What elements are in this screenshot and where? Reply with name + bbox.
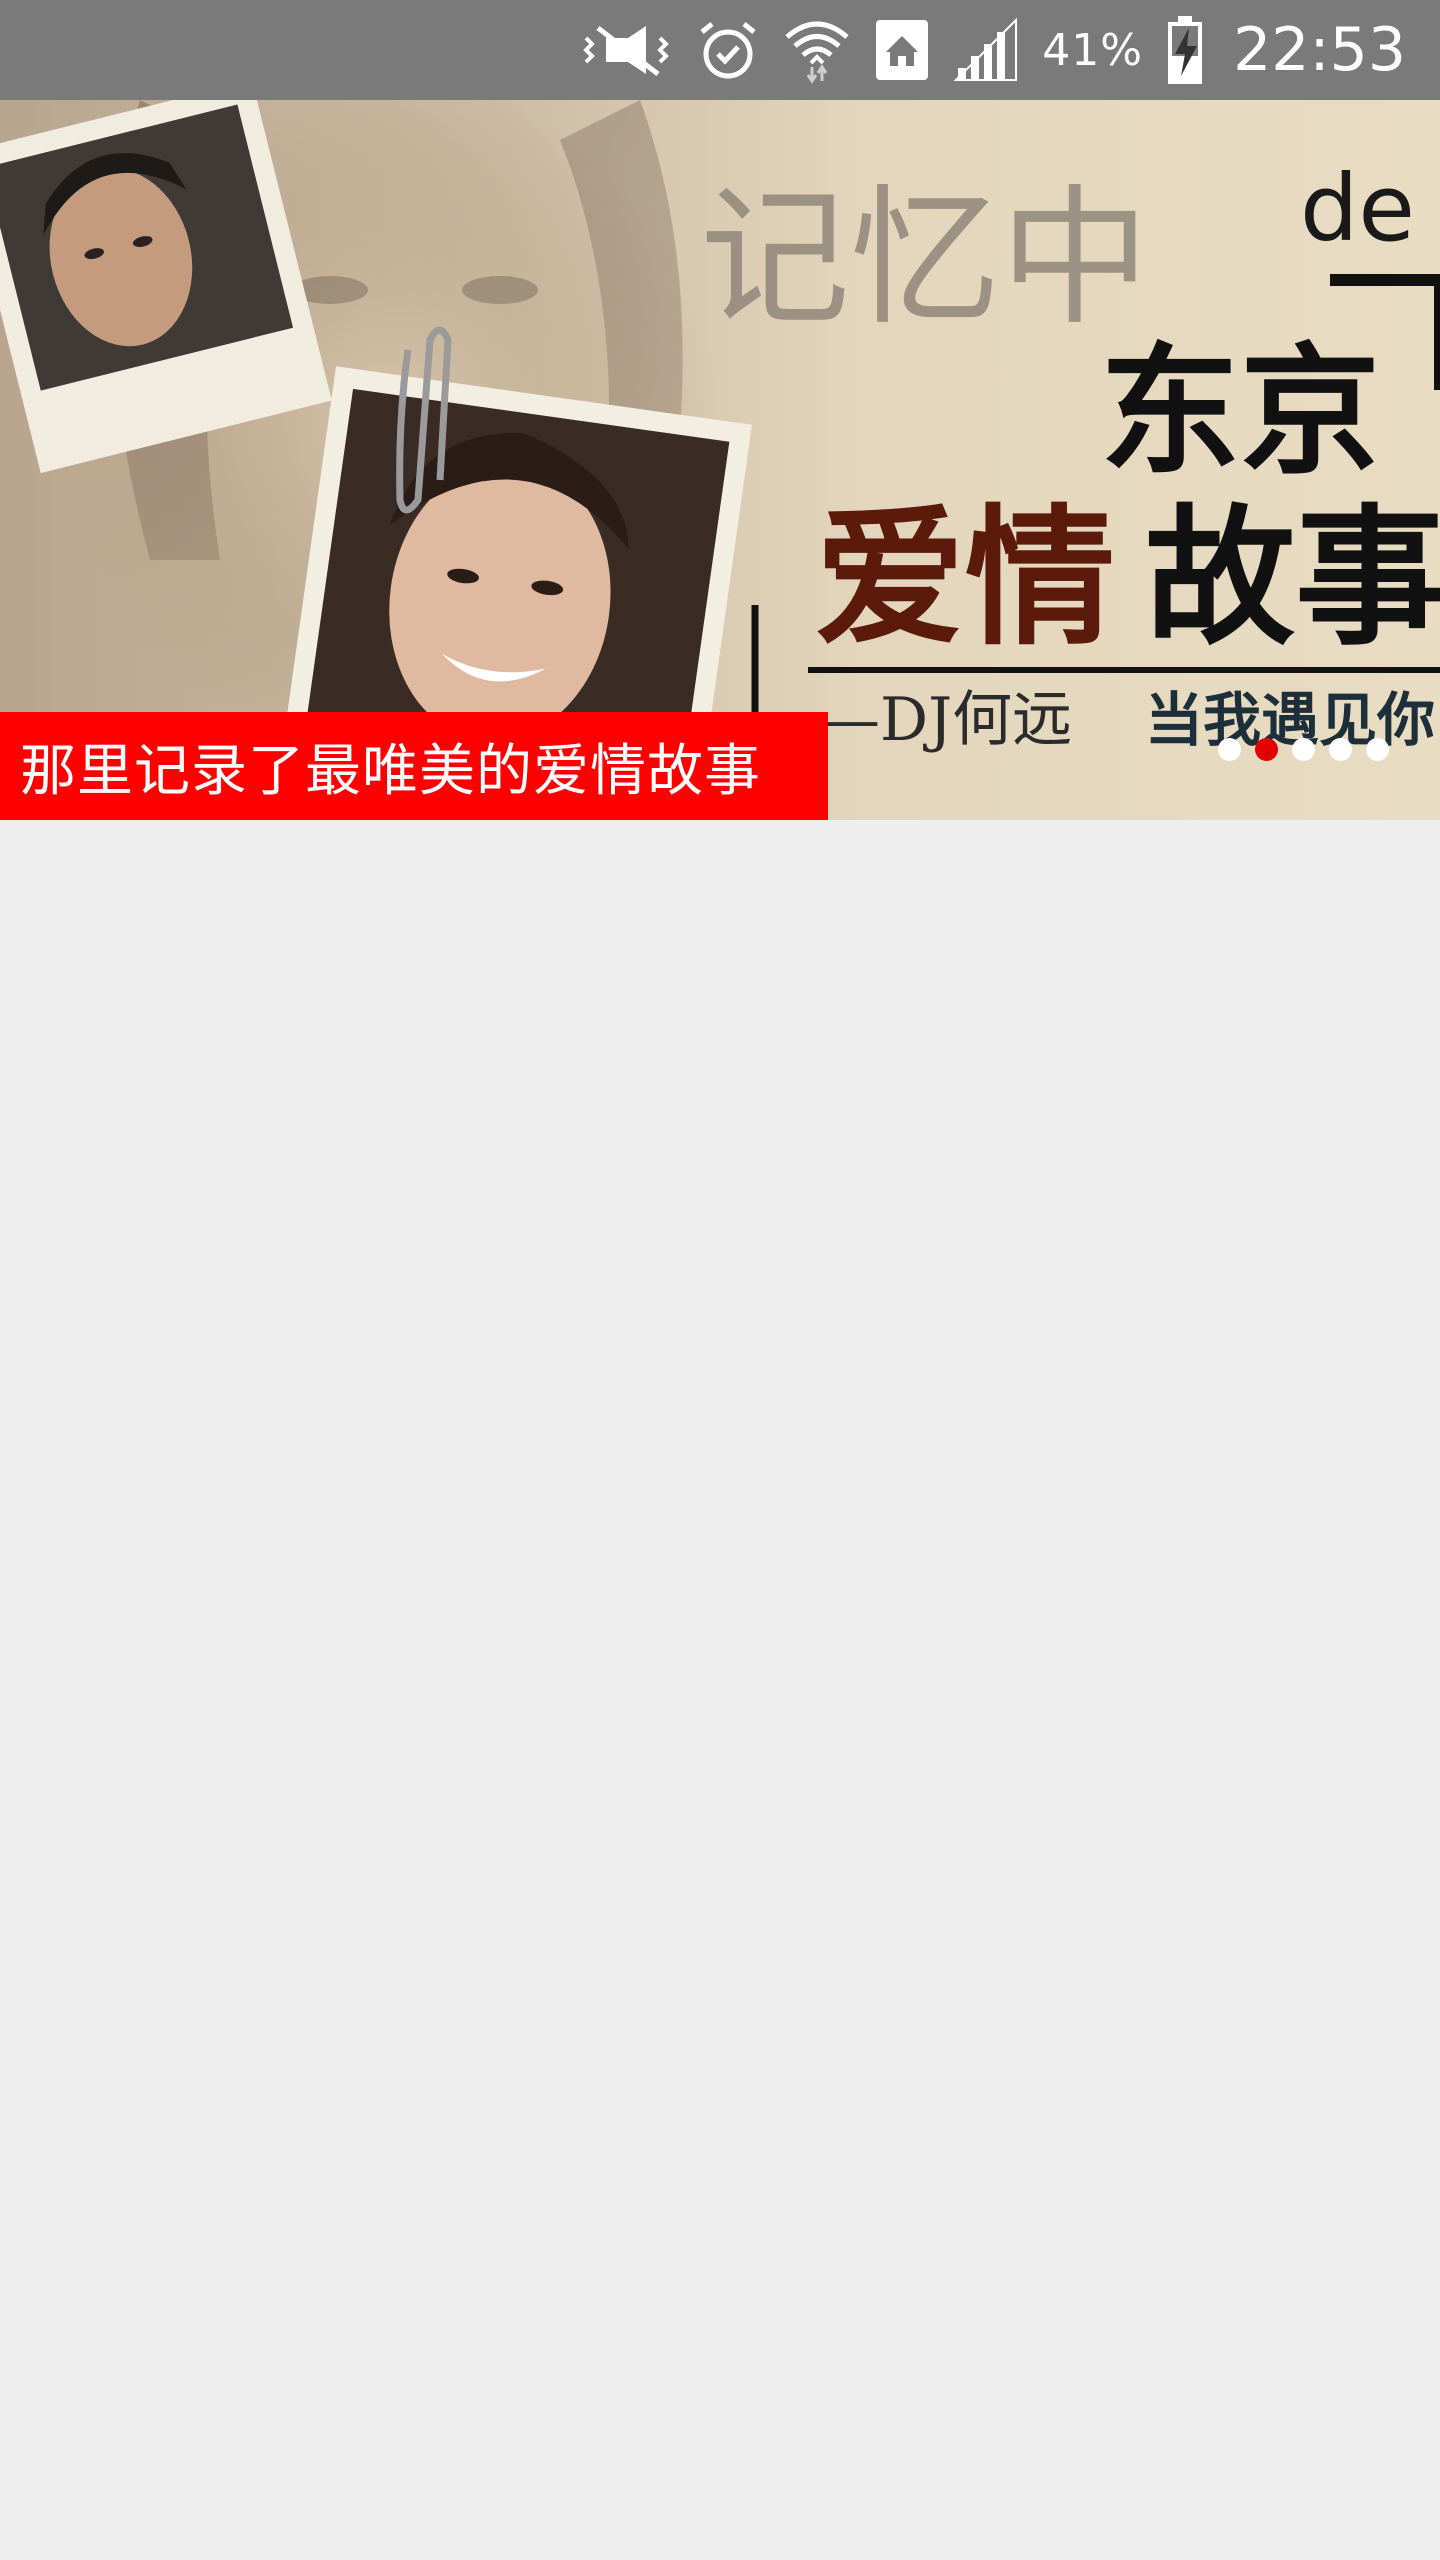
banner-art-text-line2-black: 故事 [1145, 490, 1440, 666]
page-indicator-dot[interactable] [1218, 738, 1241, 761]
page-indicator-dot[interactable] [1366, 738, 1389, 761]
wifi-icon [782, 15, 852, 85]
signal-icon [952, 18, 1020, 82]
battery-charging-icon [1165, 14, 1205, 86]
content-area [0, 820, 1440, 2560]
status-bar: 41% 22:53 [0, 0, 1440, 100]
home-icon [874, 18, 930, 82]
banner-caption: 那里记录了最唯美的爱情故事 [20, 738, 761, 804]
banner-carousel[interactable]: 记忆中 de 东京 爱情 故事 —DJ何远 当我遇见你 那里记录了最唯美的爱情故… [0, 100, 1440, 820]
banner-caption-bar: 那里记录了最唯美的爱情故事 [0, 712, 828, 820]
mute-vibrate-icon [578, 20, 674, 80]
battery-percent: 41% [1042, 24, 1144, 76]
clock: 22:53 [1233, 15, 1406, 85]
page-indicator [1218, 738, 1389, 761]
banner-art-byline: —DJ何远 [820, 685, 1072, 755]
status-icons: 41% 22:53 [578, 0, 1406, 100]
banner-art-text-small: 记忆中 [700, 172, 1150, 346]
banner-art-text-de: de [1300, 155, 1415, 262]
banner-art-text-line2-red: 爱情 [815, 490, 1115, 666]
page-indicator-dot-active[interactable] [1255, 738, 1278, 761]
banner-art-text-line1: 东京 [1100, 330, 1380, 494]
page-indicator-dot[interactable] [1292, 738, 1315, 761]
page-indicator-dot[interactable] [1329, 738, 1352, 761]
alarm-icon [696, 18, 760, 82]
